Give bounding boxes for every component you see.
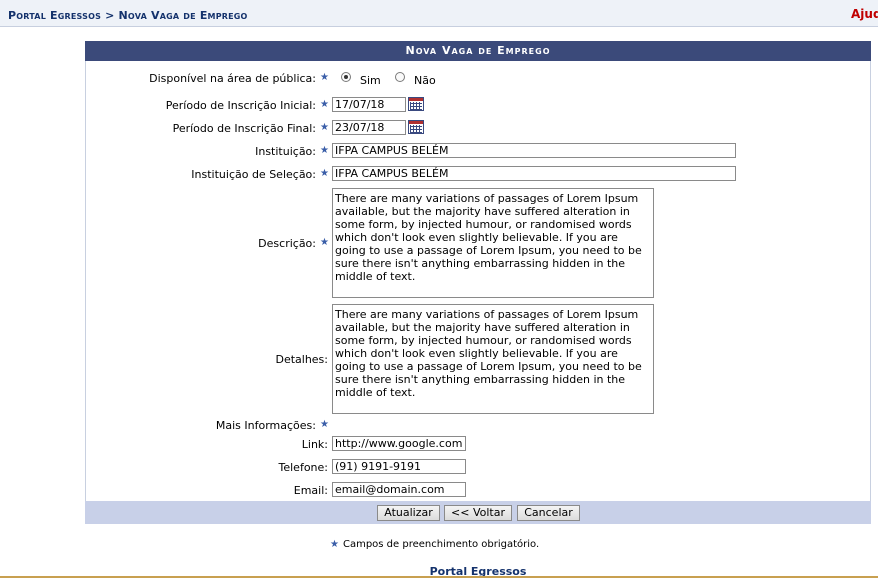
periodo-final-input[interactable]: 23/07/18 (332, 120, 406, 135)
required-star-icon: ★ (320, 419, 329, 430)
instituicao-label: Instituição: (255, 145, 316, 158)
email-label: Email: (293, 484, 328, 497)
link-input[interactable]: http://www.google.com (332, 436, 466, 451)
instituicao-input[interactable]: IFPA CAMPUS BELÉM (332, 143, 736, 158)
periodo-inicial-input[interactable]: 17/07/18 (332, 97, 406, 112)
voltar-button[interactable]: << Voltar (444, 505, 512, 521)
periodo-inicial-label: Período de Inscrição Inicial: (165, 99, 316, 112)
help-link[interactable]: Ajuda (851, 7, 878, 21)
required-star-icon: ★ (320, 237, 329, 248)
required-star-icon: ★ (320, 99, 329, 110)
email-input[interactable]: email@domain.com (332, 482, 466, 497)
instituicao-selecao-label: Instituição de Seleção: (191, 168, 316, 181)
bottom-divider (0, 576, 878, 578)
required-star-icon: ★ (320, 72, 329, 83)
breadcrumb[interactable]: Portal Egressos > Nova Vaga de Emprego (8, 9, 248, 22)
telefone-input[interactable]: (91) 9191-9191 (332, 459, 466, 474)
descricao-textarea[interactable]: There are many variations of passages of… (332, 188, 654, 298)
required-note-text: Campos de preenchimento obrigatório. (342, 539, 540, 550)
link-label: Link: (301, 438, 328, 451)
disponivel-label: Disponível na área de pública: (149, 72, 316, 85)
instituicao-selecao-input[interactable]: IFPA CAMPUS BELÉM (332, 166, 736, 181)
required-star-icon: ★ (320, 168, 329, 179)
calendar-icon[interactable] (408, 120, 424, 134)
telefone-label: Telefone: (278, 461, 329, 474)
required-star-icon: ★ (320, 145, 329, 156)
required-note: ★ Campos de preenchimento obrigatório. (330, 539, 539, 550)
required-star-icon: ★ (330, 539, 339, 550)
required-star-icon: ★ (320, 122, 329, 133)
panel-title: Nova Vaga de Emprego (85, 41, 871, 61)
atualizar-button[interactable]: Atualizar (377, 505, 440, 521)
radio-sim-label[interactable]: Sim (360, 74, 381, 87)
periodo-final-label: Período de Inscrição Final: (172, 122, 316, 135)
radio-nao[interactable] (395, 72, 405, 82)
radio-sim[interactable] (341, 72, 351, 82)
cancelar-button[interactable]: Cancelar (517, 505, 580, 521)
radio-nao-label[interactable]: Não (414, 74, 436, 87)
descricao-label: Descrição: (258, 237, 316, 250)
detalhes-label: Detalhes: (275, 353, 328, 366)
detalhes-textarea[interactable]: There are many variations of passages of… (332, 304, 654, 414)
calendar-icon[interactable] (408, 97, 424, 111)
mais-informacoes-label: Mais Informações: (215, 419, 316, 432)
